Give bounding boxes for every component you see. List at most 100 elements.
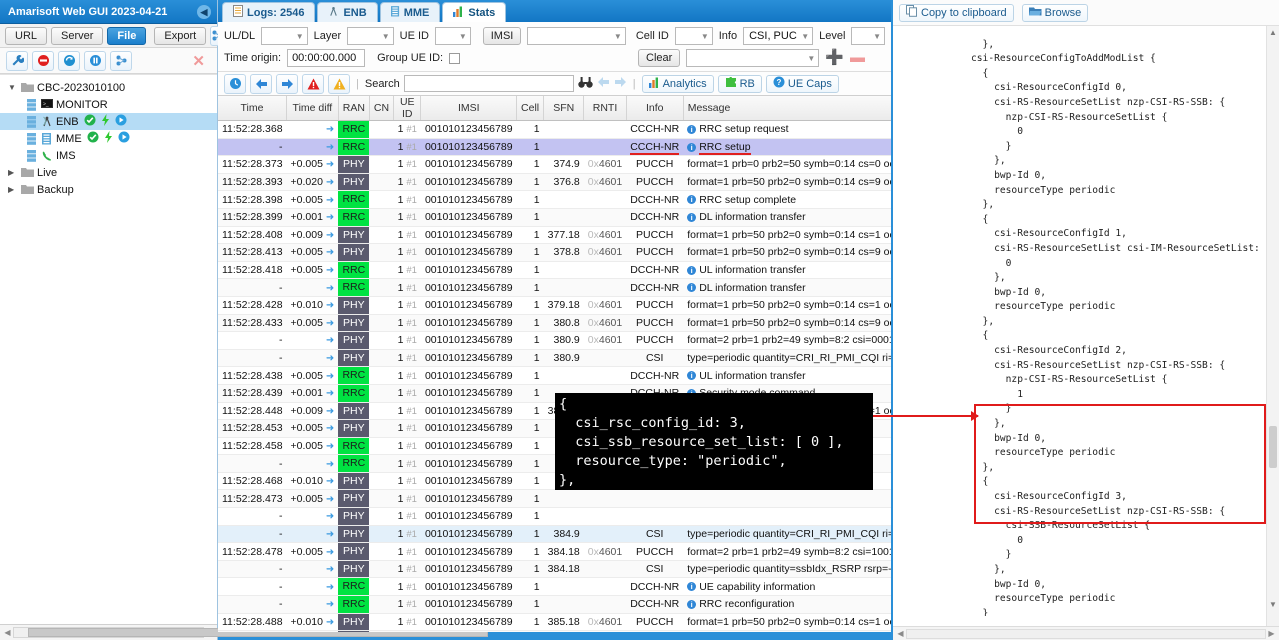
tree-node-cbc[interactable]: ▼ CBC-2023010100 [0,79,217,96]
tab-enb[interactable]: ENB [317,2,378,22]
play-icon[interactable] [115,114,127,129]
column-header-sfn[interactable]: SFN [543,96,585,121]
column-header-ue-id[interactable]: UE ID [393,96,422,121]
table-row[interactable]: 11:52:28.373 +0.005 ➜ PHY 1 #1 0010101234567… [218,155,891,174]
wrench-icon[interactable] [6,50,28,71]
level-select[interactable]: ▼ [851,27,885,45]
table-row[interactable]: 11:52:28.438 +0.005 ➜ RRC 1 #1 0010101234567… [218,366,891,385]
close-x-icon[interactable]: ✕ [192,52,211,70]
error-triangle-icon[interactable] [302,73,324,94]
minus-red-icon[interactable]: ▬ [850,50,865,65]
table-row[interactable]: 11:52:28.488 +0.010 ➜ PHY 1 #1 0010101234567… [218,613,891,632]
config-code-view[interactable]: }, csi-ResourceConfigToAddModList { { cs… [893,35,1266,617]
ue-id-select[interactable]: ▼ [435,27,471,45]
clock-icon[interactable] [224,73,246,94]
sidebar-horizontal-scrollbar[interactable]: ◀ ▶ [0,624,488,640]
column-header-cn[interactable]: CN [369,96,395,121]
table-row[interactable]: 11:52:28.473 +0.005 ➜ PHY 1 #1 0010101234567… [218,489,891,509]
bolt-icon[interactable] [101,114,110,129]
imsi-button[interactable]: IMSI [482,27,522,45]
chevron-right-icon[interactable]: ▶ [8,168,20,177]
back-arrow-icon[interactable] [250,73,272,94]
table-row[interactable]: 11:52:28.393 +0.020 ➜ PHY 1 #1 0010101234567… [218,173,891,192]
group-ue-id-checkbox[interactable] [449,52,461,64]
table-row[interactable]: 11:52:28.418 +0.005 ➜ RRC 1 #1 0010101234567… [218,261,891,280]
search-input[interactable] [403,75,574,92]
bolt-icon[interactable] [104,131,113,146]
cell-id-select[interactable]: ▼ [674,27,713,45]
scroll-left-icon[interactable]: ◀ [2,628,13,637]
imsi-select[interactable]: ▼ [527,27,626,45]
prev-arrow-icon[interactable] [597,76,610,91]
browse-button[interactable]: Browse [1021,3,1089,22]
column-header-info[interactable]: Info [626,96,684,121]
scroll-right-icon[interactable]: ▶ [1266,629,1277,638]
clear-select[interactable]: ▼ [686,49,820,67]
table-row[interactable]: 11:52:28.428 +0.010 ➜ PHY 1 #1 0010101234567… [218,296,891,315]
clear-button[interactable]: Clear [638,49,681,67]
table-row[interactable]: 11:52:28.493+0.005 ➜PHY 1 #10010101234567… [218,630,891,632]
scroll-track[interactable] [906,628,1266,639]
tree-node-backup[interactable]: ▶ Backup [0,181,217,198]
column-header-time-diff[interactable]: Time diff [286,96,339,121]
column-header-ran[interactable]: RAN [338,96,370,121]
column-header-message[interactable]: Message [683,96,891,121]
column-header-cell[interactable]: Cell [516,96,545,121]
ue-caps-button[interactable]: ? UE Caps [765,74,839,93]
ul-dl-select[interactable]: ▼ [261,27,308,45]
pause-icon[interactable] [84,50,106,71]
warning-triangle-icon[interactable] [328,73,350,94]
copy-to-clipboard-button[interactable]: Copy to clipboard [899,3,1014,22]
tab-mme[interactable]: MME [379,2,441,22]
table-row[interactable]: - ➜ RRC 1 #1 001010123456789 1 DCCH-NR i RRC re… [218,595,891,614]
file-button[interactable]: File [107,26,147,45]
layer-select[interactable]: ▼ [347,27,394,45]
refresh-icon[interactable] [58,50,80,71]
detail-vertical-scrollbar[interactable]: ▲ ▼ [1266,26,1279,626]
url-button[interactable]: URL [5,26,48,45]
chevron-down-icon[interactable]: ▼ [8,83,20,92]
connect-nodes-icon[interactable] [110,50,132,71]
table-row[interactable]: - ➜ PHY 1 #1 001010123456789 1 380.9 0x4601 PUC… [218,331,891,350]
column-header-imsi[interactable]: IMSI [420,96,518,121]
info-select[interactable]: CSI, PUCC ▼ [743,27,814,45]
table-row[interactable]: - ➜ RRC 1 #1 001010123456789 1 CCCH-NR i RRC se… [218,138,891,157]
scroll-thumb[interactable] [1269,426,1277,468]
binoculars-icon[interactable] [578,76,593,92]
table-row[interactable]: - ➜ PHY 1 #1 001010123456789 1 384.18 CSI type=… [218,560,891,579]
tab-logs[interactable]: Logs: 2546 [222,2,316,22]
table-row[interactable]: 11:52:28.433 +0.005 ➜ PHY 1 #1 0010101234567… [218,314,891,333]
table-row[interactable]: 11:52:28.399 +0.001 ➜ RRC 1 #1 0010101234567… [218,208,891,227]
table-row[interactable]: 11:52:28.398 +0.005 ➜ RRC 1 #1 0010101234567… [218,190,891,209]
forward-arrow-icon[interactable] [276,73,298,94]
scroll-up-icon[interactable]: ▲ [1267,28,1279,40]
table-row[interactable]: 11:52:28.408 +0.009 ➜ PHY 1 #1 0010101234567… [218,226,891,245]
table-row[interactable]: - ➜ PHY 1 #1 001010123456789 1 [218,507,891,526]
tree-node-live[interactable]: ▶ Live [0,164,217,181]
table-row[interactable]: - ➜ PHY 1 #1 001010123456789 1 384.9 CSI type=p… [218,525,891,544]
play-icon[interactable] [118,131,130,146]
table-row[interactable]: 11:52:28.368 ➜ RRC 1 #1 001010123456789 1 CCC… [218,120,891,139]
export-button[interactable]: Export [154,26,207,45]
table-row[interactable]: 11:52:28.478 +0.005 ➜ PHY 1 #1 0010101234567… [218,542,891,561]
scroll-left-icon[interactable]: ◀ [895,629,906,638]
server-button[interactable]: Server [51,26,104,45]
analytics-button[interactable]: Analytics [641,74,714,93]
column-header-time[interactable]: Time [218,96,288,121]
chevron-left-icon[interactable]: ◀ [197,4,211,19]
scroll-down-icon[interactable]: ▼ [1267,600,1279,612]
table-row[interactable]: - ➜ RRC 1 #1 001010123456789 1 DCCH-NR i DL inf… [218,278,891,297]
tree-node-monitor[interactable]: >_ MONITOR [0,96,217,113]
sidebar-item-ims[interactable]: IMS [0,147,217,164]
detail-horizontal-scrollbar[interactable]: ◀ ▶ [893,626,1279,640]
table-row[interactable]: - ➜ RRC 1 #1 001010123456789 1 DCCH-NR i UE cap… [218,577,891,597]
time-origin-input[interactable]: 00:00:00.000 [287,49,366,67]
next-arrow-icon[interactable] [614,76,627,91]
table-row[interactable]: - ➜ PHY 1 #1 001010123456789 1 380.9 CSI type=p… [218,349,891,368]
scroll-track[interactable] [13,627,488,638]
stop-icon[interactable] [32,50,54,71]
column-header-rnti[interactable]: RNTI [583,96,627,121]
chevron-right-icon[interactable]: ▶ [8,185,20,194]
table-row[interactable]: 11:52:28.413 +0.005 ➜ PHY 1 #1 0010101234567… [218,243,891,262]
sidebar-item-enb[interactable]: ENB [0,113,217,130]
